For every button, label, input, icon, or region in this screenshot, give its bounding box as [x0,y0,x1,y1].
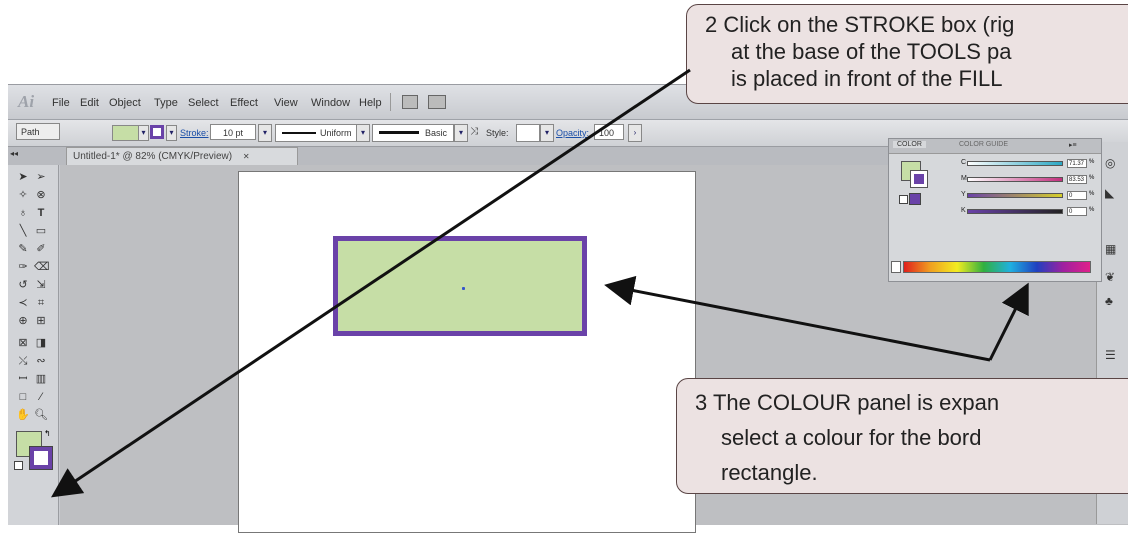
arrow-to-color-spectrum [988,282,1029,361]
arrow-to-rectangle [604,275,991,362]
annotation-arrows [51,68,1029,498]
arrow-to-stroke-box [51,68,691,498]
